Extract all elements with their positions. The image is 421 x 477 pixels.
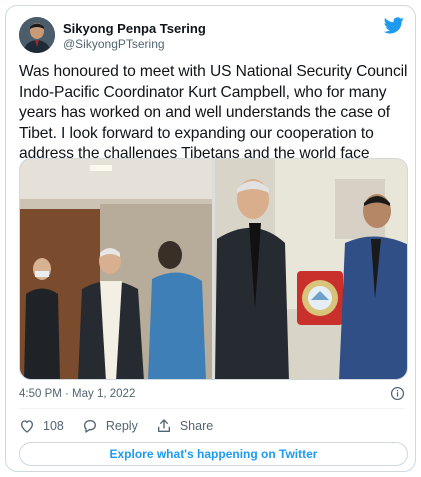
info-icon[interactable] [390, 386, 405, 401]
author-name[interactable]: Sikyong Penpa Tsering [63, 21, 206, 36]
like-count: 108 [43, 419, 64, 433]
meeting-photo-left[interactable] [20, 159, 212, 379]
avatar[interactable] [19, 17, 55, 53]
avatar-image [19, 17, 55, 53]
divider [19, 408, 405, 409]
twitter-bird-icon[interactable] [384, 17, 404, 34]
share-icon [157, 419, 170, 432]
like-button[interactable]: 108 [19, 418, 64, 434]
explore-twitter-button[interactable]: Explore what's happening on Twitter [19, 442, 408, 466]
meeting-photo-right-image [215, 159, 407, 379]
tweet-card[interactable]: Sikyong Penpa Tsering @SikyongPTsering W… [5, 5, 416, 472]
reply-button[interactable]: Reply [82, 418, 138, 434]
tweet-actions: 108 Reply Share [19, 416, 231, 436]
share-button[interactable]: Share [156, 418, 213, 434]
tweet-media[interactable] [19, 158, 408, 380]
reply-label: Reply [105, 419, 138, 433]
share-label: Share [179, 419, 214, 433]
tweet-timestamp[interactable]: 4:50 PM · May 1, 2022 [19, 388, 135, 400]
reply-bubble-icon [83, 420, 96, 433]
heart-icon [20, 420, 34, 433]
meeting-photo-left-image [20, 159, 212, 379]
author-handle[interactable]: @SikyongPTsering [63, 37, 165, 51]
meeting-photo-right[interactable] [215, 159, 407, 379]
